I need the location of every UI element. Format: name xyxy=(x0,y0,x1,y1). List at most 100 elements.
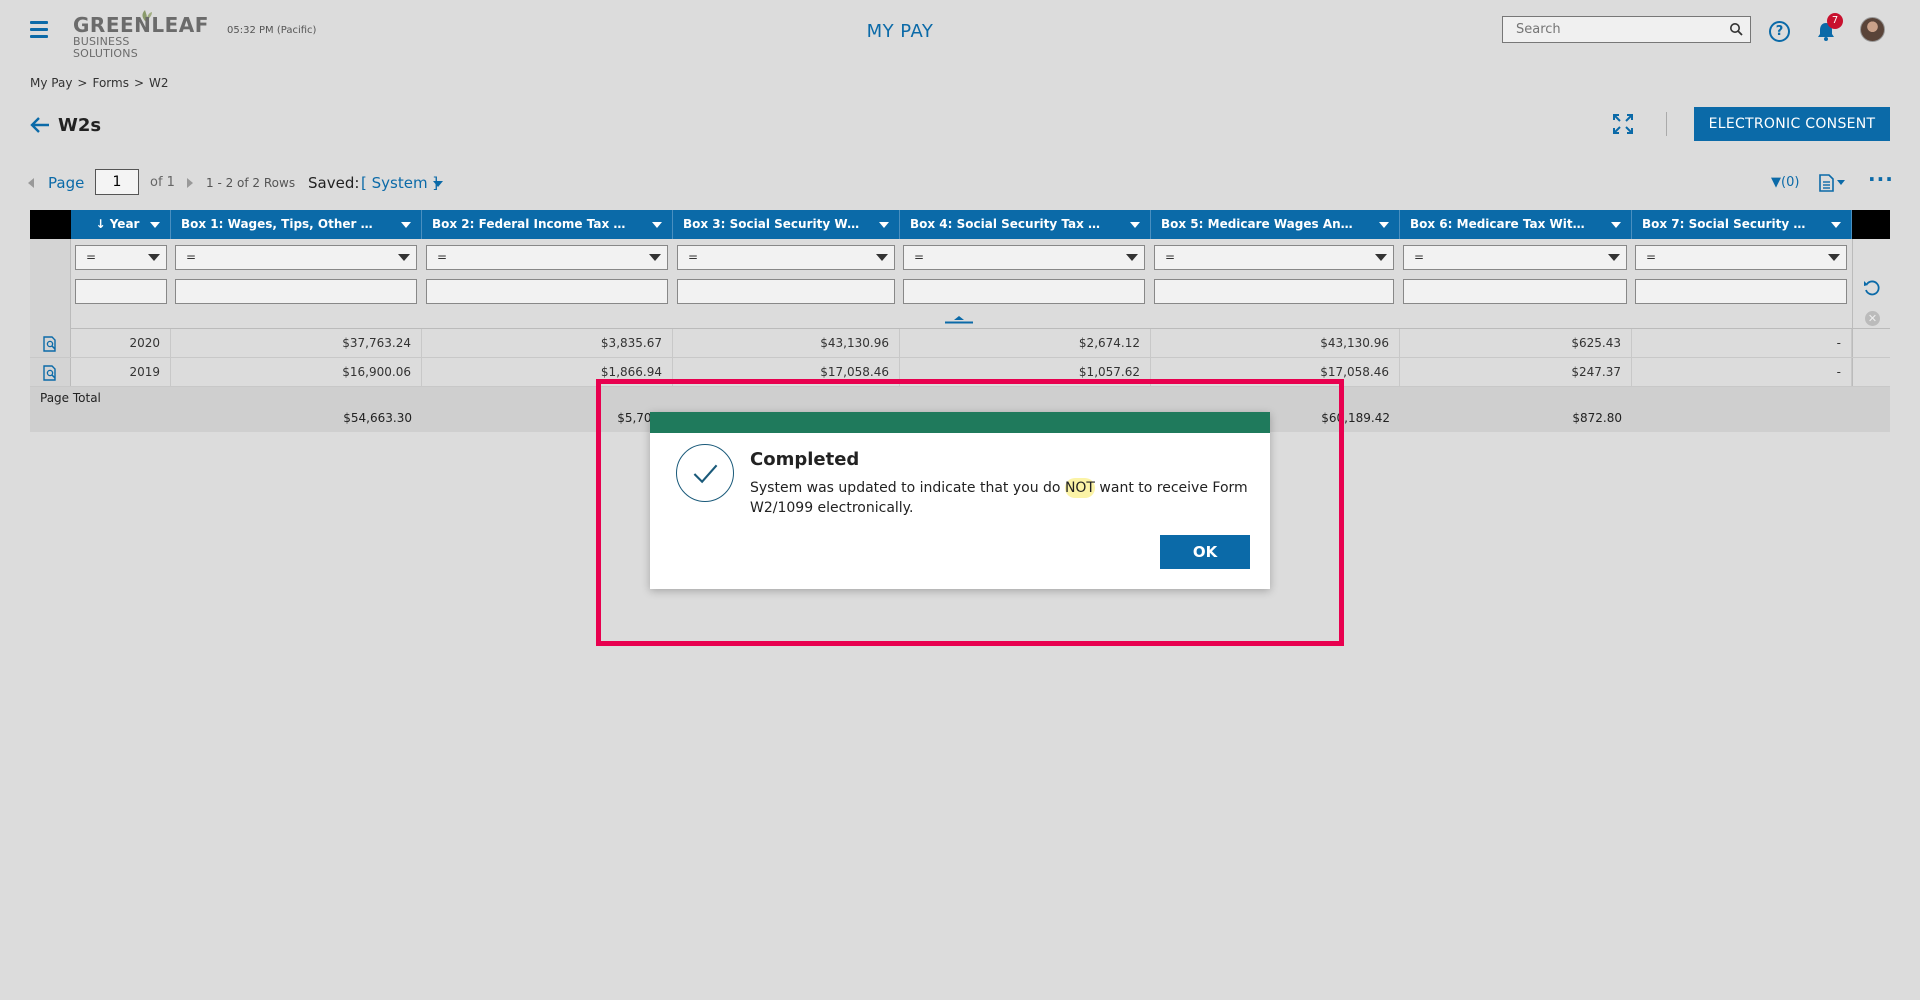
column-header-box6[interactable]: Box 6: Medicare Tax Withheld xyxy=(1400,210,1632,239)
cell-year: 2020 xyxy=(71,329,171,358)
column-header-box4[interactable]: Box 4: Social Security Tax With... xyxy=(900,210,1151,239)
next-page-icon[interactable] xyxy=(187,178,193,188)
dialog-message: System was updated to indicate that you … xyxy=(750,478,1250,518)
page-heading: MY PAY xyxy=(866,21,934,42)
search-box[interactable] xyxy=(1502,16,1751,43)
cell-box6: $247.37 xyxy=(1400,358,1632,387)
breadcrumb-separator: > xyxy=(77,76,88,90)
saved-view-dropdown[interactable]: [ System ] xyxy=(361,174,438,192)
checkmark-icon xyxy=(676,444,734,502)
cell-box5: $43,130.96 xyxy=(1151,329,1400,358)
dialog-title: Completed xyxy=(750,449,860,470)
back-arrow-icon[interactable] xyxy=(30,116,50,134)
filter-operator-select[interactable]: = xyxy=(175,245,417,270)
ok-button[interactable]: OK xyxy=(1160,535,1250,569)
breadcrumb-separator: > xyxy=(133,76,145,90)
notification-badge: 7 xyxy=(1827,13,1843,29)
column-header-label: Box 4: Social Security Tax With... xyxy=(910,217,1107,231)
dialog-message-start: System was updated to indicate that you … xyxy=(750,480,1065,496)
breadcrumb-my-pay[interactable]: My Pay xyxy=(30,76,72,90)
column-header-box5[interactable]: Box 5: Medicare Wages And Tips xyxy=(1151,210,1400,239)
sort-desc-icon: ↓ xyxy=(95,217,110,231)
search-icon[interactable] xyxy=(1729,22,1743,36)
column-header-label: Box 3: Social Security Wages xyxy=(683,217,861,231)
chevron-down-icon[interactable] xyxy=(150,222,160,228)
logo-main-text: GREENLEAF xyxy=(73,13,209,37)
column-header-box3[interactable]: Box 3: Social Security Wages xyxy=(673,210,900,239)
column-header-year[interactable]: ↓ Year xyxy=(71,210,171,239)
page-title: W2s xyxy=(58,115,102,136)
filter-operator-select[interactable]: = xyxy=(903,245,1145,270)
total-box6: $872.80 xyxy=(1572,411,1622,425)
filter-value-input[interactable] xyxy=(426,279,668,304)
cell-box4: $2,674.12 xyxy=(900,329,1151,358)
chevron-down-icon[interactable] xyxy=(433,181,443,187)
cell-year: 2019 xyxy=(71,358,171,387)
help-icon[interactable]: ? xyxy=(1769,21,1790,42)
toolbar-divider xyxy=(1666,112,1667,136)
completed-dialog: Completed System was updated to indicate… xyxy=(650,412,1270,589)
export-document-icon[interactable] xyxy=(1818,174,1846,192)
saved-view-label: Saved: xyxy=(308,174,360,192)
view-document-icon[interactable] xyxy=(42,336,58,352)
filter-value-input[interactable] xyxy=(903,279,1145,304)
chevron-down-icon[interactable] xyxy=(652,222,662,228)
chevron-down-icon[interactable] xyxy=(401,222,411,228)
expand-icon[interactable] xyxy=(1613,114,1633,134)
page-label: Page xyxy=(48,174,85,192)
filter-operator-select[interactable]: = xyxy=(1154,245,1394,270)
column-header-label: Box 5: Medicare Wages And Tips xyxy=(1161,217,1356,231)
breadcrumb: My Pay > Forms > W2 xyxy=(30,76,174,90)
total-box1: $54,663.30 xyxy=(343,411,412,425)
cell-box2: $3,835.67 xyxy=(422,329,673,358)
column-header-label: Box 7: Social Security Tips xyxy=(1642,217,1814,231)
column-header-label: Box 1: Wages, Tips, Other Com... xyxy=(181,217,378,231)
search-input[interactable] xyxy=(1503,17,1718,42)
user-avatar[interactable] xyxy=(1860,17,1885,42)
filter-operator-select[interactable]: = xyxy=(75,245,167,270)
chevron-down-icon[interactable] xyxy=(1130,222,1140,228)
column-header-label: Box 2: Federal Income Tax Wit... xyxy=(432,217,629,231)
row-count-text: 1 - 2 of 2 Rows xyxy=(206,176,296,190)
filter-value-input[interactable] xyxy=(677,279,895,304)
cell-box3: $43,130.96 xyxy=(673,329,900,358)
more-options-icon[interactable]: ··· xyxy=(1868,169,1894,189)
filter-value-input[interactable] xyxy=(1635,279,1847,304)
filter-value-input[interactable] xyxy=(75,279,167,304)
cell-box6: $625.43 xyxy=(1400,329,1632,358)
column-header-box1[interactable]: Box 1: Wages, Tips, Other Com... xyxy=(171,210,422,239)
cell-box1: $16,900.06 xyxy=(171,358,422,387)
filter-button[interactable]: ▼(0) xyxy=(1771,175,1799,190)
cell-box7: - xyxy=(1632,358,1852,387)
logo-sub-text: BUSINESS SOLUTIONS xyxy=(73,35,138,60)
view-document-icon[interactable] xyxy=(42,365,58,381)
dialog-header-bar xyxy=(650,412,1270,433)
company-logo[interactable]: GREENLEAF BUSINESS SOLUTIONS xyxy=(73,10,209,60)
filter-icon: ▼ xyxy=(1771,175,1781,190)
filter-count: (0) xyxy=(1781,175,1800,190)
chevron-down-icon[interactable] xyxy=(879,222,889,228)
filter-operator-select[interactable]: = xyxy=(677,245,895,270)
column-header-label: Box 6: Medicare Tax Withheld xyxy=(1410,217,1592,231)
breadcrumb-forms[interactable]: Forms xyxy=(92,76,128,90)
column-header-box7[interactable]: Box 7: Social Security Tips xyxy=(1632,210,1852,239)
prev-page-icon[interactable] xyxy=(28,178,34,188)
chevron-down-icon[interactable] xyxy=(1379,222,1389,228)
current-time: 05:32 PM (Pacific) xyxy=(227,25,317,36)
hamburger-menu-icon[interactable] xyxy=(30,21,48,39)
collapse-filter-icon[interactable] xyxy=(944,316,974,324)
filter-value-input[interactable] xyxy=(175,279,417,304)
table-row[interactable]: 2020 $37,763.24 $3,835.67 $43,130.96 $2,… xyxy=(30,329,1890,358)
electronic-consent-button[interactable]: ELECTRONIC CONSENT xyxy=(1694,107,1890,141)
cell-box7: - xyxy=(1632,329,1852,358)
filter-row: = = = = = = = = ✕ xyxy=(30,239,1890,329)
filter-operator-select[interactable]: = xyxy=(1635,245,1847,270)
filter-operator-select[interactable]: = xyxy=(426,245,668,270)
filter-value-input[interactable] xyxy=(1154,279,1394,304)
filter-operator-select[interactable]: = xyxy=(1403,245,1627,270)
column-header-box2[interactable]: Box 2: Federal Income Tax Wit... xyxy=(422,210,673,239)
filter-value-input[interactable] xyxy=(1403,279,1627,304)
page-number-input[interactable] xyxy=(95,169,139,195)
chevron-down-icon[interactable] xyxy=(1831,222,1841,228)
chevron-down-icon[interactable] xyxy=(1611,222,1621,228)
